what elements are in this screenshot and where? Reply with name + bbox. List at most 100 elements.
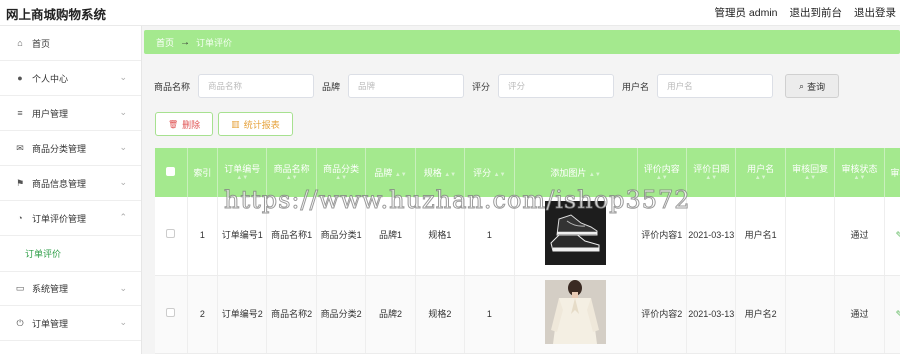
monitor-icon: ▭ [15,283,25,293]
flag-icon: ⚑ [15,177,25,188]
review-action-cell: ✎ [884,197,900,276]
delete-button[interactable]: 🗑 删除 [155,112,214,136]
edit-icon[interactable]: ✎ [896,309,900,319]
logout-link[interactable]: 退出登录 [854,5,896,20]
column-header[interactable]: 规格 ▲▼ [415,148,466,197]
sidebar-item-category[interactable]: ✉ 商品分类管理 ⌄ [0,131,141,166]
table-header-row: 索引 订单编号 ▲▼ 商品名称 ▲▼ 商品分类 ▲▼ 品牌 ▲▼ 规格 ▲▼ 评分 ▲… [155,148,900,197]
brand-label: 品牌 [322,81,341,92]
sidebar-item-system[interactable]: ▭ 系统管理 ⌄ [0,271,141,306]
order-no-cell: 订单编号2 [217,275,268,354]
username-input[interactable]: 用户名 [657,74,774,98]
sort-icon[interactable]: ▲▼ [835,175,883,182]
sort-icon[interactable]: ▲▼ [638,175,686,182]
table-row: 2 订单编号2 商品名称2 商品分类2 品牌2 规格2 1 评价内容2 2021… [155,275,900,354]
sidebar-subitem-order-review[interactable]: 订单评价 [0,236,141,271]
spec-cell: 规格2 [415,275,466,354]
back-to-frontend-link[interactable]: 退出到前台 [790,5,843,20]
edit-icon[interactable]: ✎ [896,230,900,240]
select-all-cell [155,148,188,197]
select-all-checkbox[interactable] [166,166,176,176]
product-name-input[interactable]: 商品名称 [198,74,315,98]
content-cell: 评价内容1 [637,197,688,276]
content-cell: 评价内容2 [637,275,688,354]
score-label: 评分 [472,81,491,92]
list-icon: ≡ [17,108,23,118]
sort-icon[interactable]: ▲▼ [267,175,315,182]
column-header[interactable]: 评价内容 ▲▼ [637,148,688,197]
sort-icon[interactable]: ▲▼ [218,175,266,182]
sort-icon[interactable]: ▲▼ [444,172,456,178]
column-header[interactable]: 品牌 ▲▼ [365,148,416,197]
column-header[interactable]: 添加图片 ▲▼ [514,148,638,197]
search-icon: ⌕ [799,80,805,91]
column-header[interactable]: 用户名 ▲▼ [735,148,786,197]
row-checkbox[interactable] [166,307,176,317]
row-checkbox[interactable] [166,229,176,239]
main-content: 首页 → 订单评价 商品名称 商品名称 品牌 品牌 评分 评分 用户名 用户名 … [142,26,900,354]
sidebar-item-label: 个人中心 [32,73,69,84]
sidebar-item-personal-center[interactable]: ● 个人中心 ⌄ [0,61,141,96]
breadcrumb-home[interactable]: 首页 [156,36,174,49]
status-cell: 通过 [834,197,885,276]
top-bar: 网上商城购物系统 管理员 admin 退出到前台 退出登录 [0,0,900,26]
score-cell: 1 [464,197,515,276]
column-header[interactable]: 审核回复 ▲▼ [785,148,836,197]
image-cell [514,197,638,276]
column-header[interactable]: 评分 ▲▼ [464,148,515,197]
username-label: 用户名 [622,81,650,92]
chevron-down-icon: ⌄ [119,72,127,82]
trash-icon: 🗑 [168,119,179,129]
chevron-up-icon: ⌃ [119,212,127,222]
chevron-down-icon: ⌄ [119,177,127,187]
breadcrumb: 首页 → 订单评价 [144,30,900,54]
score-cell: 1 [464,275,515,354]
status-cell: 通过 [834,275,885,354]
sidebar-item-home[interactable]: ⌂ 首页 [0,26,141,61]
admin-user-label: 管理员 admin [714,7,778,19]
chevron-down-icon: ⌄ [119,317,127,327]
column-header[interactable]: 商品分类 ▲▼ [316,148,367,197]
sort-icon[interactable]: ▲▼ [395,172,407,178]
column-header[interactable]: 订单编号 ▲▼ [217,148,268,197]
report-button[interactable]: ▥ 统计报表 [218,112,293,136]
column-header[interactable]: 评价日期 ▲▼ [686,148,737,197]
sidebar-item-users[interactable]: ≡ 用户管理 ⌄ [0,96,141,131]
category-cell: 商品分类1 [316,197,367,276]
compass-icon: ◔ [17,213,23,223]
sort-icon[interactable]: ▲▼ [736,175,784,182]
power-icon: ⏻ [16,317,24,328]
chevron-down-icon: ⌄ [119,107,127,117]
product-name-label: 商品名称 [154,81,191,92]
brand-input[interactable]: 品牌 [348,74,465,98]
sidebar-item-label: 首页 [32,38,51,49]
home-icon: ⌂ [17,38,23,48]
sidebar-item-label: 订单评价管理 [32,213,87,224]
column-header: 索引 [187,148,219,197]
sneaker-image [545,201,607,266]
top-links: 管理员 admin 退出到前台 退出登录 [714,5,896,20]
brand-cell: 品牌2 [365,275,416,354]
sidebar-item-order-review[interactable]: ◔ 订单评价管理 ⌃ [0,201,141,236]
row-select-cell [155,275,188,354]
sort-icon[interactable]: ▲▼ [589,172,601,178]
sort-icon[interactable]: ▲▼ [317,175,365,182]
review-table: 索引 订单编号 ▲▼ 商品名称 ▲▼ 商品分类 ▲▼ 品牌 ▲▼ 规格 ▲▼ 评分 ▲… [155,148,900,354]
sidebar-item-products[interactable]: ⚑ 商品信息管理 ⌄ [0,166,141,201]
brand-cell: 品牌1 [365,197,416,276]
product-cell: 商品名称2 [266,275,317,354]
column-header[interactable]: 商品名称 ▲▼ [266,148,317,197]
arrow-right-icon: → [180,36,191,48]
sort-icon[interactable]: ▲▼ [786,175,834,182]
sort-icon[interactable]: ▲▼ [687,175,735,182]
column-header[interactable]: 审核状态 ▲▼ [834,148,885,197]
sort-icon[interactable]: ▲▼ [494,172,506,178]
image-cell [514,275,638,354]
query-button[interactable]: ⌕ 查询 [785,74,840,98]
score-input[interactable]: 评分 [498,74,615,98]
sidebar-item-orders[interactable]: ⏻ 订单管理 ⌄ [0,306,141,341]
row-select-cell [155,197,188,276]
review-action-cell: ✎ [884,275,900,354]
reply-cell [785,197,836,276]
table-row: 1 订单编号1 商品名称1 商品分类1 品牌1 规格1 1 评价内容1 2021… [155,197,900,276]
